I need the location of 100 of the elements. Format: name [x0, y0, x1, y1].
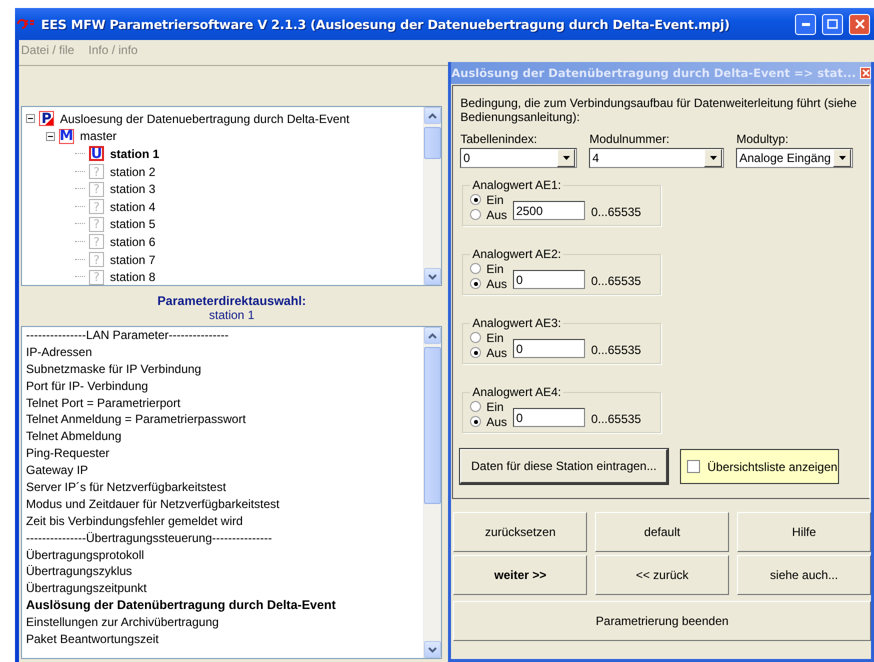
list-item[interactable]: Zeit bis Verbindungsfehler gemeldet wird [26, 512, 424, 530]
close-icon [862, 69, 870, 77]
scrollbar[interactable] [423, 327, 442, 658]
dialog-button[interactable]: default [595, 512, 730, 552]
dropdown-arrow-icon [562, 156, 570, 160]
description-text: Bedingung, die zum Verbindungsaufbau für Datenweiterleitung führt (siehe Bedienungsanleitung): [460, 96, 858, 124]
group-title: Analogwert AE1: [471, 178, 562, 192]
scroll-up-button[interactable] [424, 327, 442, 344]
expand-toggle-icon[interactable] [26, 114, 35, 124]
radio-button[interactable]: Aus [470, 345, 508, 360]
list-item[interactable]: Telnet Anmeldung = Parametrierpasswort [26, 411, 424, 428]
dialog-button[interactable]: << zurück [595, 555, 730, 595]
list-item[interactable]: Modus und Zeitdauer für Netzverfügbarkeitstest [26, 496, 424, 513]
radio-button[interactable]: Aus [470, 207, 508, 222]
scroll-down-button[interactable] [424, 641, 442, 658]
direct-selection-heading: Parameterdirektauswahl: [156, 294, 308, 308]
minimize-button[interactable] [795, 14, 816, 34]
list-item[interactable]: Einstellungen zur Archivübertragung [26, 614, 424, 632]
dropdown-label: Tabellenindex: [460, 132, 538, 146]
value-field[interactable]: 0 [513, 270, 586, 289]
range-label: 0...65535 [591, 205, 642, 219]
range-label: 0...65535 [591, 343, 642, 357]
tree-item[interactable]: station 4 [108, 200, 158, 214]
dialog-button[interactable]: siehe auch... [737, 555, 871, 595]
node-badge: ? [89, 270, 104, 285]
list-item[interactable]: Übertragungszyklus [26, 563, 424, 580]
maximize-button[interactable] [822, 14, 843, 34]
list-item[interactable]: Port für IP- Verbindung [26, 378, 424, 395]
radio-button[interactable]: Ein [470, 192, 508, 207]
list-item[interactable]: IP-Adressen [26, 344, 424, 361]
list-item[interactable]: Ping-Requester [26, 445, 424, 462]
selected-station-label: station 1 [208, 308, 256, 322]
minimize-icon [802, 22, 810, 26]
list-item[interactable]: Telnet Port = Parametrierport [26, 394, 424, 412]
window-title: EES MFW Parametriersoftware V 2.1.3 (Ausloesung der Datenuebertragung durch Delta-Event.mpj) [41, 16, 731, 32]
node-badge: U [89, 146, 104, 162]
radio-button[interactable]: Aus [470, 414, 508, 429]
finish-button[interactable]: Parametrierung beenden [453, 601, 871, 641]
app-logo-icon [17, 19, 35, 29]
dropdown[interactable]: 0 [460, 148, 578, 168]
scroll-thumb[interactable] [424, 127, 442, 159]
value-field[interactable]: 0 [513, 408, 586, 427]
dialog-close-button[interactable] [860, 67, 871, 79]
tree-item[interactable]: station 5 [108, 217, 158, 232]
scroll-down-button[interactable] [424, 268, 442, 285]
list-item[interactable]: Telnet Abmeldung [26, 428, 424, 446]
dropdown-arrow-icon [710, 156, 717, 160]
tree-item[interactable]: master [78, 129, 119, 144]
value-field[interactable]: 2500 [513, 201, 586, 220]
maximize-icon [827, 19, 838, 29]
dropdown-label: Modulnummer: [589, 132, 670, 146]
list-item[interactable]: Paket Beantwortungszeit [26, 631, 424, 648]
dropdown[interactable]: Analoge Eingäng [736, 148, 854, 168]
list-item[interactable]: ---------------LAN Parameter--------------- [26, 327, 424, 344]
tree-item[interactable]: station 3 [108, 182, 158, 196]
value-field[interactable]: 0 [513, 339, 586, 358]
scroll-up-button[interactable] [424, 107, 442, 124]
tree-item[interactable]: station 1 [108, 146, 162, 161]
node-badge: ? [89, 199, 104, 214]
radio-button[interactable]: Ein [470, 330, 508, 345]
dialog-button[interactable]: weiter >> [453, 555, 588, 595]
radio-button[interactable]: Ein [470, 399, 508, 414]
expand-toggle-icon[interactable] [46, 132, 55, 141]
node-badge: P [39, 111, 54, 126]
tree-item[interactable]: station 7 [108, 252, 158, 267]
save-station-button[interactable]: Daten für diese Station eintragen... [460, 449, 668, 484]
range-label: 0...65535 [591, 412, 642, 426]
dropdown-arrow-icon [838, 156, 846, 160]
list-item[interactable]: Gateway IP [26, 462, 424, 480]
group-title: Analogwert AE3: [471, 316, 562, 330]
node-badge: ? [89, 216, 104, 232]
list-item[interactable]: Server IP´s für Netzverfügbarkeitstest [26, 479, 424, 496]
close-icon [854, 19, 864, 29]
dropdown[interactable]: 4 [589, 148, 724, 168]
dialog-button[interactable]: Hilfe [737, 512, 871, 552]
list-item[interactable]: Übertragungszeitpunkt [26, 580, 424, 598]
list-item[interactable]: ---------------Übertragungssteuerung--------------- [26, 530, 424, 547]
radio-button[interactable]: Aus [470, 276, 508, 291]
dropdown-label: Modultyp: [736, 132, 790, 146]
range-label: 0...65535 [591, 274, 642, 288]
tree-item[interactable]: station 6 [108, 234, 158, 249]
tree-item[interactable]: station 8 [108, 270, 158, 284]
overview-checkbox[interactable]: Übersichtsliste anzeigen [680, 449, 840, 484]
radio-button[interactable]: Ein [470, 261, 508, 276]
node-badge: ? [89, 234, 104, 250]
dialog-title: Auslösung der Datenübertragung durch Delta-Event => stat... [451, 66, 856, 80]
list-item[interactable]: Übertragungsprotokoll [26, 546, 424, 564]
list-item[interactable]: Auslösung der Datenübertragung durch Delta-Event [26, 597, 424, 614]
node-badge: ? [89, 164, 104, 180]
scroll-thumb[interactable] [424, 347, 442, 504]
dialog-button[interactable]: zurücksetzen [453, 512, 588, 552]
node-badge: ? [89, 182, 104, 197]
scrollbar[interactable] [423, 107, 442, 285]
close-button[interactable] [849, 14, 870, 34]
tree-item[interactable]: station 2 [108, 164, 158, 179]
tree-item[interactable]: Ausloesung der Datenuebertragung durch Delta-Event [58, 112, 352, 126]
node-badge: ? [89, 252, 104, 268]
node-badge: M [59, 128, 74, 144]
list-item[interactable]: Subnetzmaske für IP Verbindung [26, 360, 424, 378]
group-title: Analogwert AE4: [471, 385, 562, 399]
